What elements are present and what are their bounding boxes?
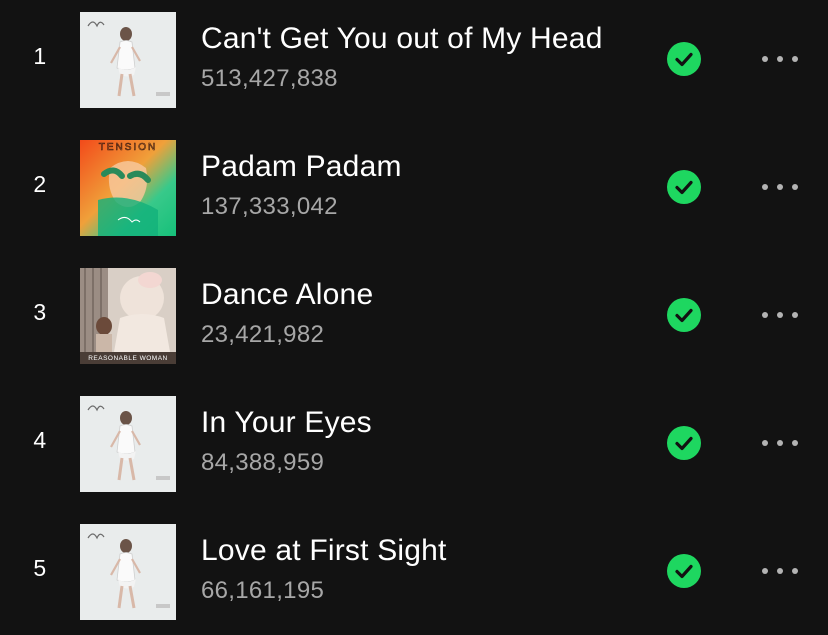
track-row[interactable]: 1 Can't Get You out of My Head 513,427,8… bbox=[0, 10, 828, 108]
tension-logo-text: TENSION bbox=[99, 142, 157, 153]
album-cover-kylie-white[interactable] bbox=[80, 524, 176, 620]
more-options-icon bbox=[762, 184, 768, 190]
track-number: 5 bbox=[33, 555, 47, 581]
play-count: 137,333,042 bbox=[201, 193, 338, 220]
track-number: 1 bbox=[33, 43, 47, 69]
album-cover-reasonable-woman[interactable]: REASONABLE WOMAN bbox=[80, 268, 176, 364]
track-number: 4 bbox=[33, 427, 47, 453]
track-number: 3 bbox=[33, 299, 47, 325]
more-options-icon bbox=[762, 56, 768, 62]
album-cover-kylie-white[interactable] bbox=[80, 396, 176, 492]
track-title[interactable]: Dance Alone bbox=[201, 278, 373, 312]
more-options-button[interactable] bbox=[760, 560, 800, 582]
check-circle-icon[interactable] bbox=[667, 426, 701, 460]
album-cover-kylie-white[interactable] bbox=[80, 12, 176, 108]
play-count: 23,421,982 bbox=[201, 321, 325, 348]
reasonable-woman-text: REASONABLE WOMAN bbox=[88, 355, 168, 362]
more-options-icon bbox=[762, 568, 768, 574]
track-row[interactable]: 2 TENSION Padam Padam 137,333,042 bbox=[0, 138, 828, 236]
popular-tracks-list: 1 Can't Get You out of My Head 513,427,8… bbox=[0, 0, 828, 635]
track-row[interactable]: 4 In Your Eyes 84,388,959 bbox=[0, 394, 828, 492]
check-circle-icon[interactable] bbox=[667, 42, 701, 76]
play-count: 513,427,838 bbox=[201, 65, 338, 92]
track-title[interactable]: In Your Eyes bbox=[201, 406, 372, 440]
check-circle-icon[interactable] bbox=[667, 298, 701, 332]
track-row[interactable]: 3 REASONABLE WOMAN Dance Alone 23,421,98… bbox=[0, 266, 828, 364]
more-options-icon bbox=[762, 440, 768, 446]
more-options-button[interactable] bbox=[760, 304, 800, 326]
track-row[interactable]: 5 Love at First Sight 66,161,195 bbox=[0, 522, 828, 620]
check-circle-icon[interactable] bbox=[667, 170, 701, 204]
more-options-button[interactable] bbox=[760, 432, 800, 454]
more-options-button[interactable] bbox=[760, 176, 800, 198]
track-title[interactable]: Padam Padam bbox=[201, 150, 402, 184]
track-title[interactable]: Can't Get You out of My Head bbox=[201, 22, 603, 56]
more-options-button[interactable] bbox=[760, 48, 800, 70]
more-options-icon bbox=[762, 312, 768, 318]
play-count: 84,388,959 bbox=[201, 449, 325, 476]
track-title[interactable]: Love at First Sight bbox=[201, 534, 447, 568]
play-count: 66,161,195 bbox=[201, 577, 325, 604]
album-cover-tension[interactable]: TENSION bbox=[80, 140, 176, 236]
check-circle-icon[interactable] bbox=[667, 554, 701, 588]
track-number: 2 bbox=[33, 171, 47, 197]
